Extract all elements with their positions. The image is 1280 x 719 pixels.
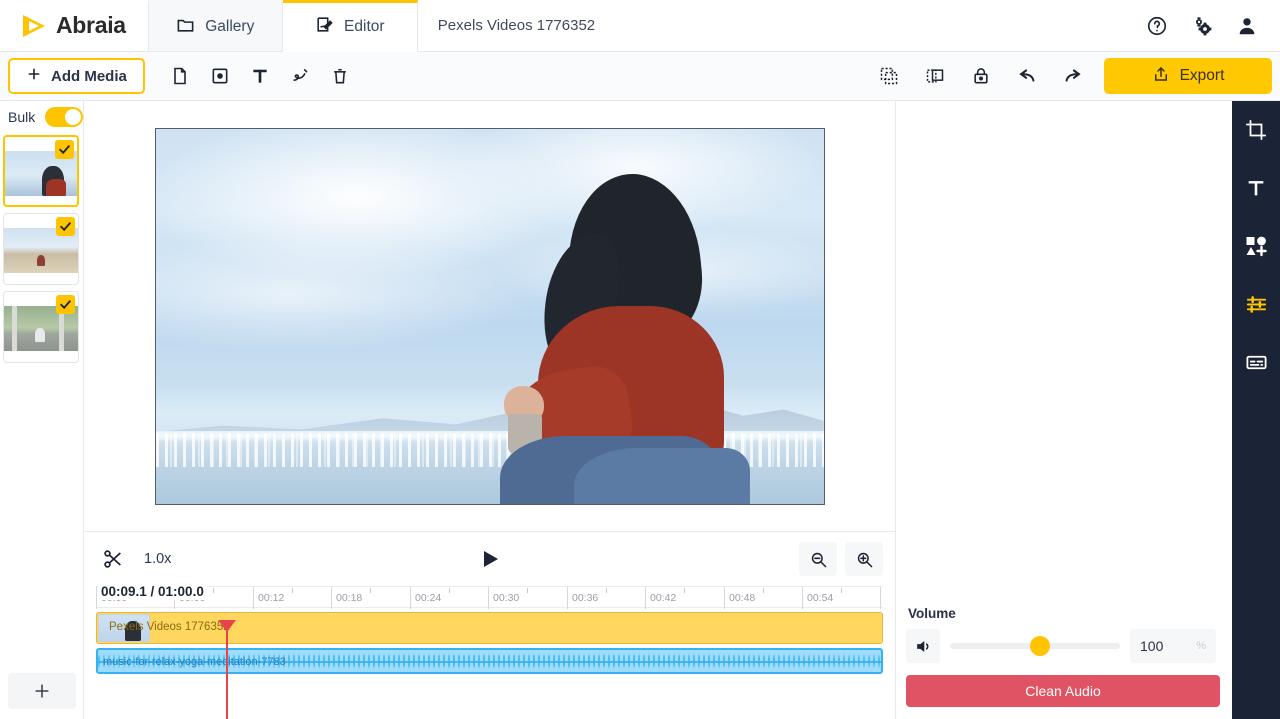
play-icon[interactable]	[473, 542, 507, 576]
app-root: Abraia Gallery Editor	[0, 0, 1280, 719]
elements-add-icon[interactable]	[1239, 229, 1273, 263]
timeline-tracks: Pexels Videos 1776352 music-for-relax-yo…	[96, 612, 883, 674]
scissors-icon[interactable]	[98, 544, 128, 574]
tab-gallery-label: Gallery	[205, 18, 254, 36]
add-media-label: Add Media	[51, 68, 127, 85]
zoom-out-icon[interactable]	[799, 542, 837, 576]
text-icon[interactable]	[1239, 171, 1273, 205]
audio-clip[interactable]: music-for-relax-yoga-meditation-7783	[96, 648, 883, 674]
thumbnail-list	[0, 131, 83, 363]
thumbnail-woman-lake[interactable]	[3, 135, 79, 207]
toolbar-right-tools	[872, 59, 1090, 93]
ruler-tick-label: 00:48	[729, 592, 755, 604]
save-floppy-icon[interactable]	[203, 59, 237, 93]
new-file-icon[interactable]	[163, 59, 197, 93]
check-icon	[56, 295, 75, 314]
video-clip[interactable]: Pexels Videos 1776352	[96, 612, 883, 644]
header-spacer	[595, 0, 1146, 51]
plus-icon	[32, 681, 52, 701]
upload-share-icon	[1152, 65, 1170, 88]
volume-control-row: 100 %	[906, 629, 1216, 663]
timeline-panel: 1.0x 00:00 00:06	[84, 531, 896, 719]
add-media-tile[interactable]	[8, 673, 76, 709]
edit-document-icon	[315, 15, 334, 39]
volume-unit: %	[1196, 640, 1206, 652]
clean-audio-button[interactable]: Clean Audio	[906, 675, 1220, 707]
check-icon	[56, 217, 75, 236]
redo-icon[interactable]	[1056, 59, 1090, 93]
document-title: Pexels Videos 1776352	[418, 0, 595, 51]
ruler-tick-label: 00:18	[336, 592, 362, 604]
select-all-icon[interactable]	[872, 59, 906, 93]
ruler-tick-label: 00:12	[258, 592, 284, 604]
toolbar-left-tools	[163, 59, 357, 93]
volume-slider[interactable]	[950, 643, 1120, 649]
volume-value: 100	[1140, 638, 1163, 654]
folder-icon	[176, 15, 195, 39]
header-icon-group	[1146, 0, 1280, 51]
play-triangle-logo-icon	[18, 11, 48, 41]
video-clip-label: Pexels Videos 1776352	[109, 621, 230, 633]
lock-icon[interactable]	[964, 59, 998, 93]
tab-editor[interactable]: Editor	[283, 0, 418, 52]
time-readout: 00:09.1 / 01:00.0	[98, 583, 207, 600]
preview-subject	[486, 174, 786, 505]
tool-rail	[1232, 101, 1280, 719]
playhead[interactable]	[226, 620, 228, 719]
thumbnail-yoga-porch[interactable]	[3, 291, 79, 363]
app-header: Abraia Gallery Editor	[0, 0, 1280, 52]
check-icon	[55, 140, 74, 159]
undo-icon[interactable]	[1010, 59, 1044, 93]
thumbnail-beach[interactable]	[3, 213, 79, 285]
duplicate-icon[interactable]	[918, 59, 952, 93]
main-toolbar: Add Media	[0, 52, 1280, 101]
ruler-tick-label: 00:42	[650, 592, 676, 604]
settings-gears-icon[interactable]	[1190, 14, 1214, 38]
export-label: Export	[1180, 67, 1225, 85]
text-tool-icon[interactable]	[243, 59, 277, 93]
ruler-tick-label: 00:30	[493, 592, 519, 604]
user-account-icon[interactable]	[1236, 15, 1258, 37]
crop-icon[interactable]	[1239, 113, 1273, 147]
ruler-tick-label: 00:54	[807, 592, 833, 604]
brand: Abraia	[0, 0, 148, 51]
media-sidebar: Bulk	[0, 101, 84, 719]
add-media-button[interactable]: Add Media	[8, 58, 145, 94]
preview-stage	[84, 101, 896, 531]
main-tabs: Gallery Editor	[148, 0, 418, 52]
bulk-label: Bulk	[8, 109, 35, 125]
help-icon[interactable]	[1146, 15, 1168, 37]
timeline-ruler[interactable]: 00:00 00:06 00:12 00:18 00:24 00:30 00:3…	[96, 586, 883, 608]
volume-label: Volume	[908, 606, 956, 621]
magic-wand-icon[interactable]	[283, 59, 317, 93]
ruler-tick-label: 00:24	[415, 592, 441, 604]
zoom-in-icon[interactable]	[845, 542, 883, 576]
audio-clip-label: music-for-relax-yoga-meditation-7783	[103, 656, 286, 668]
export-button[interactable]: Export	[1104, 58, 1272, 94]
bulk-toggle[interactable]	[45, 107, 83, 127]
plus-icon	[26, 66, 42, 86]
timeline-zoom-group	[799, 542, 883, 576]
volume-input[interactable]: 100 %	[1130, 629, 1216, 663]
tab-gallery[interactable]: Gallery	[148, 0, 283, 52]
volume-slider-handle[interactable]	[1030, 636, 1050, 656]
adjustments-sliders-icon[interactable]	[1239, 287, 1273, 321]
brand-name: Abraia	[56, 12, 126, 39]
speaker-icon[interactable]	[906, 629, 940, 663]
ruler-tick-label: 00:36	[572, 592, 598, 604]
video-preview[interactable]	[155, 128, 825, 505]
playback-speed[interactable]: 1.0x	[144, 551, 171, 567]
properties-panel: Volume 100 % Clean Audio	[896, 101, 1232, 719]
tab-editor-label: Editor	[344, 18, 385, 36]
timeline-controls: 1.0x	[84, 532, 895, 586]
bulk-toggle-row: Bulk	[0, 101, 83, 131]
subtitles-icon[interactable]	[1239, 345, 1273, 379]
delete-trash-icon[interactable]	[323, 59, 357, 93]
